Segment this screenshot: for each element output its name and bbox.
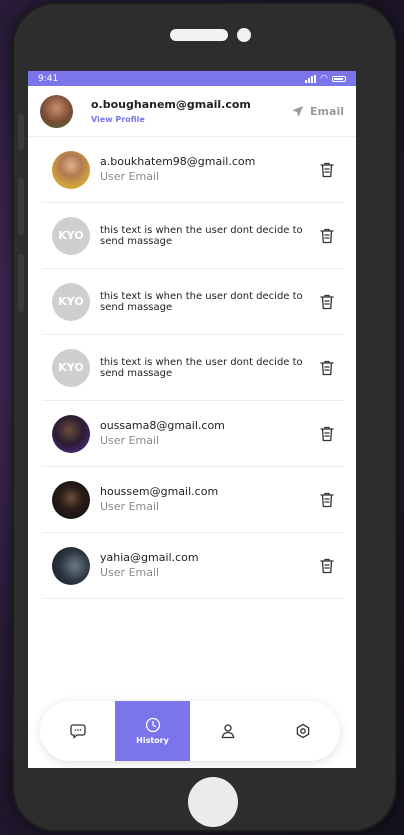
item-message: this text is when the user dont decide t… [100, 224, 303, 247]
battery-icon [332, 75, 346, 82]
item-subtitle: User Email [100, 566, 160, 579]
view-profile-link[interactable]: View Profile [91, 115, 291, 124]
list-item[interactable]: KYO this text is when the user dont deci… [42, 203, 344, 269]
avatar: KYO [52, 282, 90, 321]
delete-button[interactable] [316, 225, 338, 247]
delete-button[interactable] [316, 489, 338, 511]
list-item-text: oussama8@gmail.com User Email [100, 419, 316, 448]
chat-icon [69, 724, 86, 739]
profile-header: o.boughanem@gmail.com View Profile Email [28, 86, 356, 137]
avatar[interactable] [40, 94, 73, 128]
item-email: yahia@gmail.com [100, 551, 199, 564]
settings-icon [296, 723, 309, 739]
avatar [52, 414, 90, 453]
delete-button[interactable] [316, 159, 338, 181]
list-item[interactable]: oussama8@gmail.com User Email [42, 401, 344, 467]
profile-icon [221, 724, 234, 739]
avatar [52, 480, 90, 519]
item-email: a.boukhatem98@gmail.com [100, 155, 256, 168]
email-button-label: Email [310, 104, 344, 118]
signal-icon [305, 74, 317, 83]
delete-button[interactable] [316, 291, 338, 313]
trash-icon [320, 294, 334, 309]
status-time: 9:41 [38, 73, 59, 84]
nav-profile[interactable] [190, 701, 265, 761]
avatar: KYO [52, 348, 90, 387]
delete-button[interactable] [316, 555, 338, 577]
bottom-nav: History [40, 701, 340, 761]
nav-settings[interactable] [265, 701, 340, 761]
app-screen: 9:41 ◠ o.boughanem@gmail.com View Profil… [28, 71, 356, 768]
home-button[interactable] [188, 777, 238, 827]
trash-icon [320, 558, 334, 573]
delete-button[interactable] [316, 423, 338, 445]
history-icon [145, 717, 160, 733]
trash-icon [320, 360, 334, 375]
item-message: this text is when the user dont decide t… [100, 290, 303, 313]
wifi-icon: ◠ [320, 73, 328, 84]
item-subtitle: User Email [100, 500, 160, 513]
avatar: KYO [52, 216, 90, 255]
list-item-text: this text is when the user dont decide t… [100, 291, 316, 313]
item-message: this text is when the user dont decide t… [100, 356, 303, 379]
list-item[interactable]: KYO this text is when the user dont deci… [42, 335, 344, 401]
list-item[interactable]: KYO this text is when the user dont deci… [42, 269, 344, 335]
avatar [52, 150, 90, 189]
list-item-text: this text is when the user dont decide t… [100, 225, 316, 247]
list-item-text: this text is when the user dont decide t… [100, 357, 316, 379]
profile-info: o.boughanem@gmail.com View Profile [91, 98, 291, 124]
trash-icon [320, 228, 334, 243]
side-button [18, 114, 24, 150]
trash-icon [320, 492, 334, 507]
item-subtitle: User Email [100, 434, 160, 447]
speaker [170, 29, 228, 41]
list-item[interactable]: a.boukhatem98@gmail.com User Email [42, 137, 344, 203]
profile-email: o.boughanem@gmail.com [91, 98, 251, 111]
nav-history-label: History [136, 736, 169, 745]
list-item[interactable]: houssem@gmail.com User Email [42, 467, 344, 533]
delete-button[interactable] [316, 357, 338, 379]
list-item[interactable]: yahia@gmail.com User Email [42, 533, 344, 599]
camera [237, 28, 251, 42]
side-button [18, 254, 24, 312]
item-email: oussama8@gmail.com [100, 419, 225, 432]
side-button [18, 177, 24, 235]
item-subtitle: User Email [100, 170, 160, 183]
history-list: a.boukhatem98@gmail.com User Email KYO t… [28, 137, 356, 599]
nav-chat[interactable] [40, 701, 115, 761]
send-icon [292, 105, 303, 117]
avatar [52, 546, 90, 585]
nav-history[interactable]: History [115, 701, 190, 761]
list-item-text: yahia@gmail.com User Email [100, 551, 316, 580]
list-item-text: houssem@gmail.com User Email [100, 485, 316, 514]
status-icons: ◠ [305, 73, 346, 84]
item-email: houssem@gmail.com [100, 485, 219, 498]
email-button[interactable]: Email [291, 105, 344, 118]
trash-icon [320, 426, 334, 441]
trash-icon [320, 162, 334, 177]
status-bar: 9:41 ◠ [28, 71, 356, 86]
list-item-text: a.boukhatem98@gmail.com User Email [100, 155, 316, 184]
